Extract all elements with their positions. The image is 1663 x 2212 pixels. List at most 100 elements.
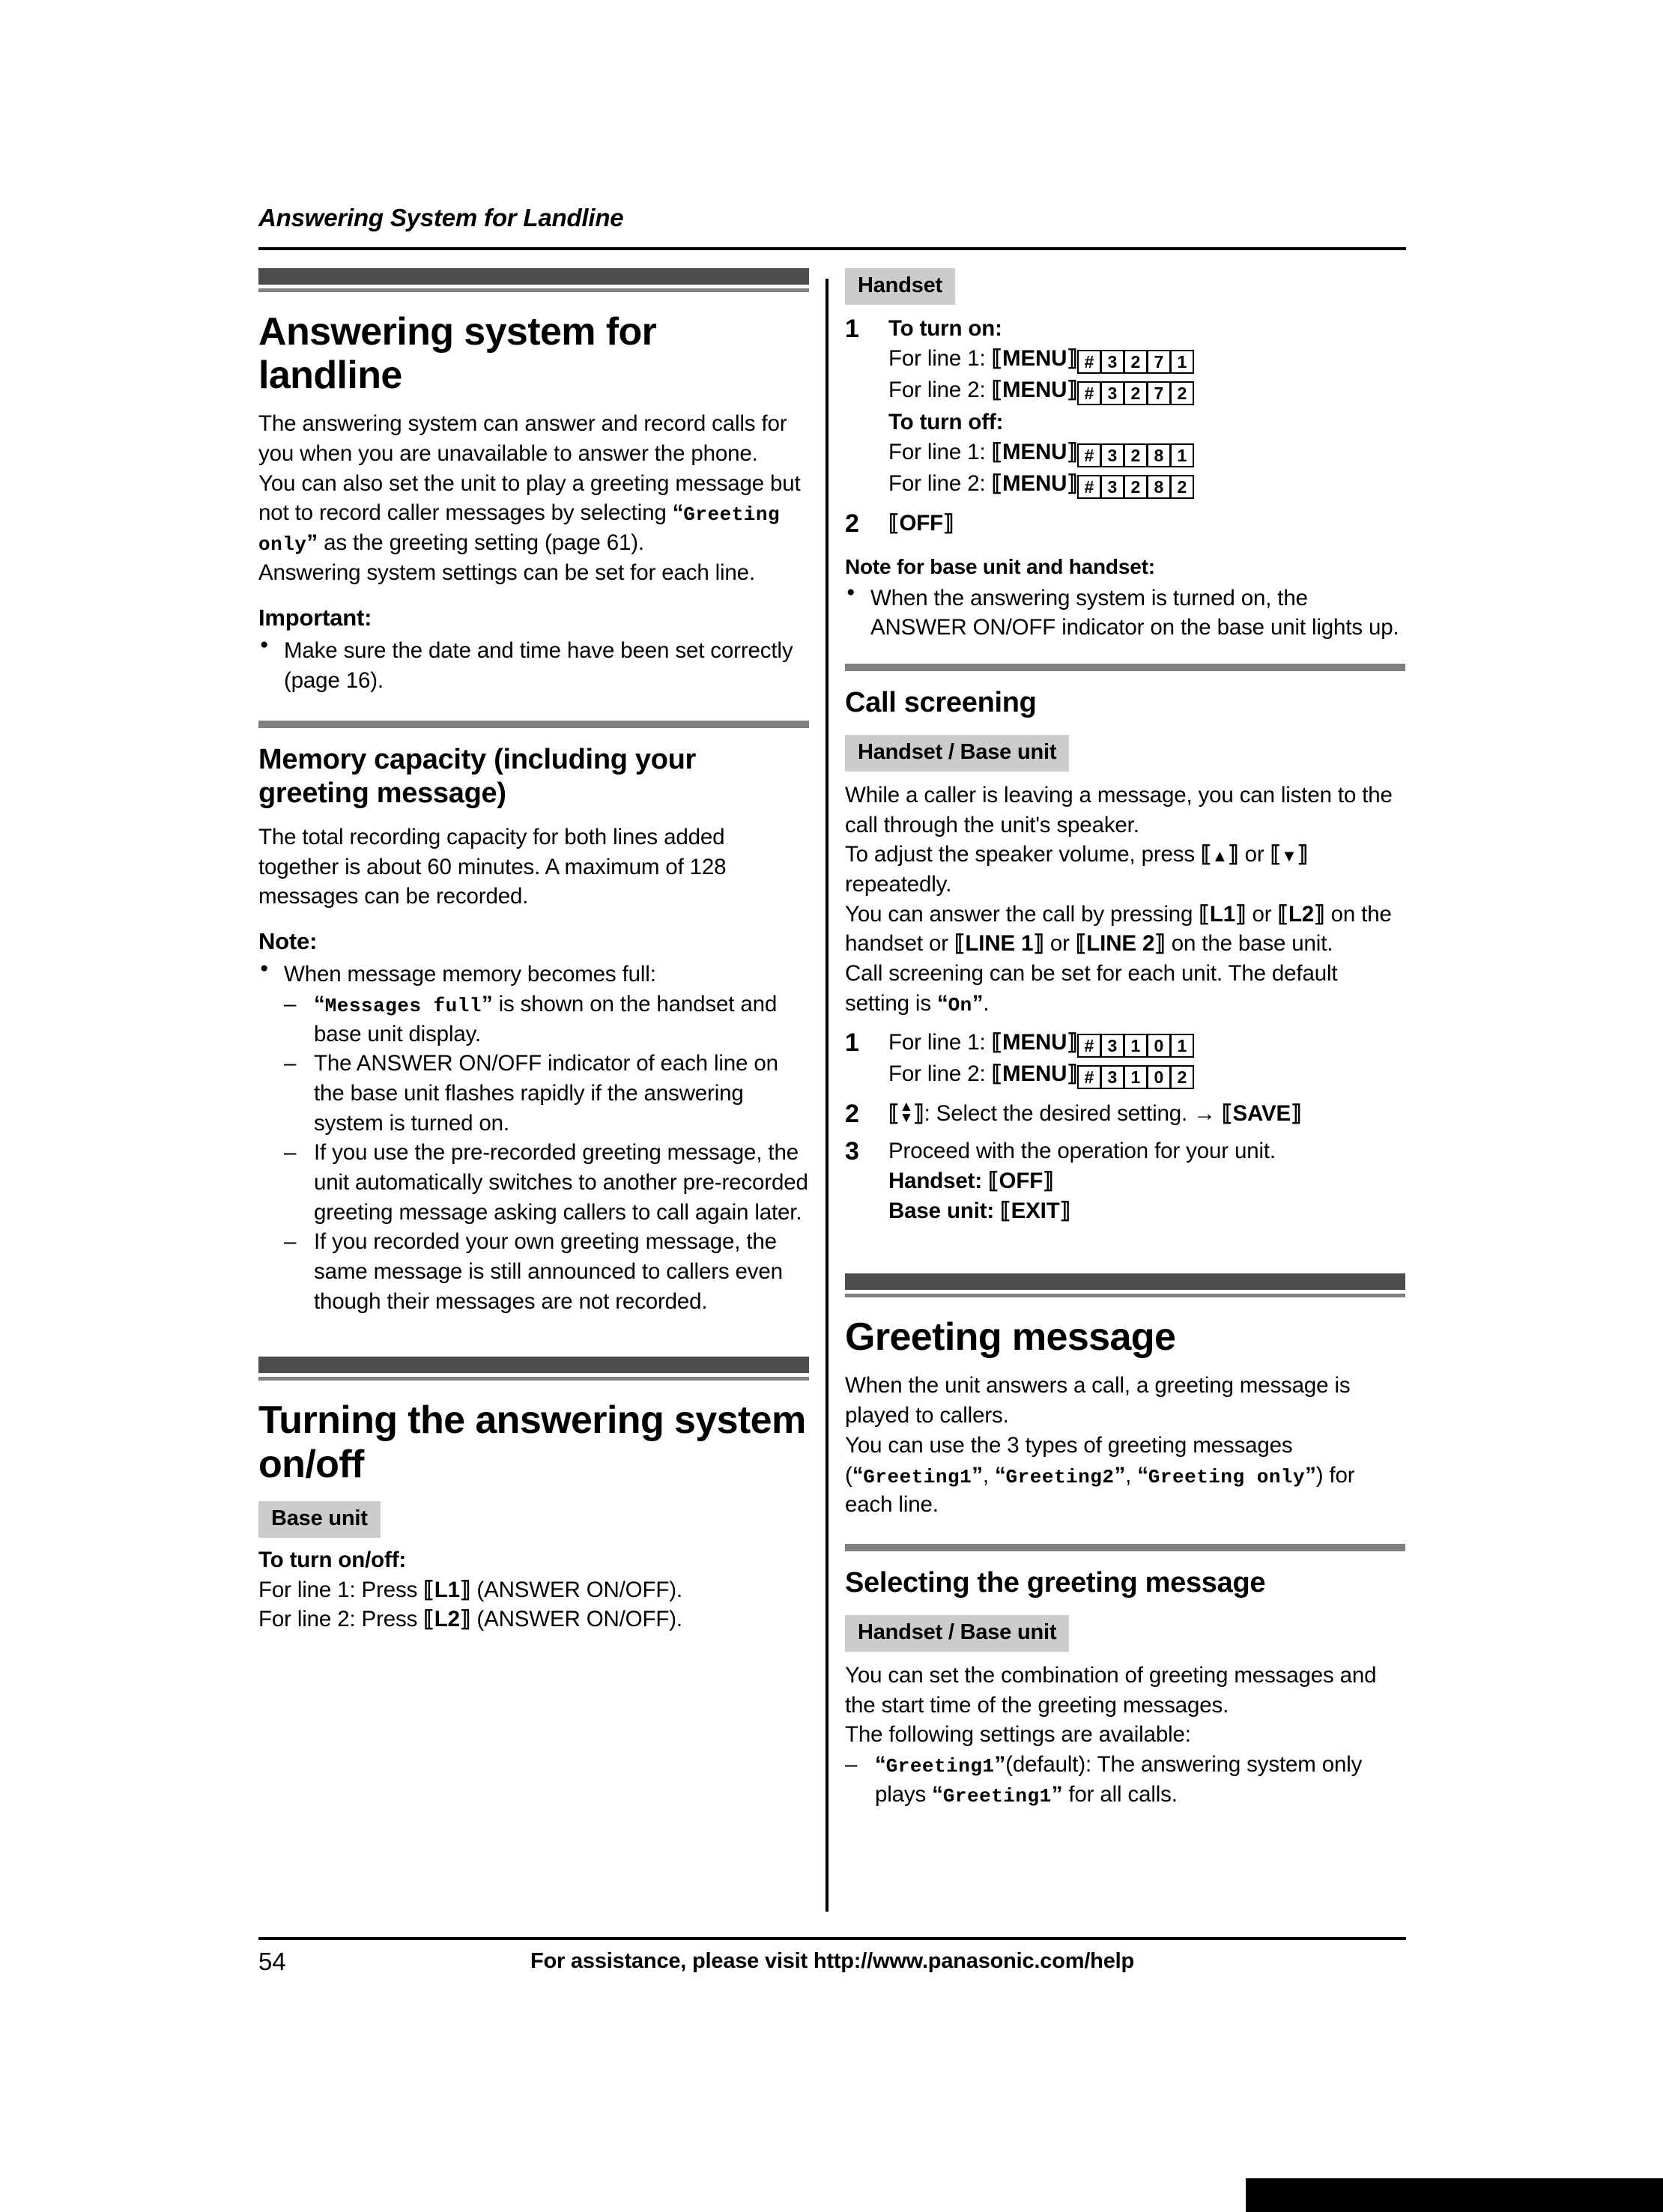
- key-off: ⟦OFF⟧: [888, 511, 954, 536]
- cs-step3-baseunit-label: Base unit:: [888, 1198, 1001, 1223]
- keycap-digit: 2: [1123, 443, 1148, 467]
- chapter-title-turning-onoff: Turning the answering system on/off: [258, 1399, 806, 1486]
- key-menu: ⟦MENU⟧: [991, 471, 1078, 497]
- cs-p3-before: You can answer the call by pressing: [845, 901, 1199, 927]
- intro-paragraph-1: The answering system can answer and reco…: [258, 411, 787, 467]
- cs-p4-after: .: [983, 990, 990, 1016]
- memory-note-sub-list: “Messages full” is shown on the handset …: [284, 990, 809, 1317]
- keycap-digit: 8: [1146, 475, 1171, 500]
- important-list: Make sure the date and time have been se…: [258, 635, 809, 695]
- key-menu-label: MENU: [1002, 345, 1067, 371]
- turn-on-line-2-label: For line 2:: [888, 378, 992, 403]
- footer-assistance-text: For assistance, please visit http://www.…: [530, 1949, 1134, 1973]
- keycap-digit: 3: [1100, 1033, 1124, 1058]
- selecting-paragraph-1: You can set the combination of greeting …: [845, 1662, 1377, 1718]
- key-line2: ⟦LINE 2⟧: [1075, 931, 1166, 957]
- key-l2: ⟦L2⟧: [423, 1607, 471, 1632]
- intro-paragraph-3: Answering system settings can be set for…: [258, 560, 755, 586]
- device-string-on: On: [948, 993, 972, 1016]
- turn-on-line-1: For line 1: ⟦MENU⟧ #3 2 7 1: [888, 344, 1405, 376]
- handset-note-item: When the answering system is turned on, …: [845, 583, 1405, 643]
- memory-note-label: Note:: [258, 928, 318, 955]
- intro-paragraph-2: You can also set the unit to play a gree…: [258, 469, 809, 559]
- turn-on-line-1-label: For line 1:: [888, 345, 992, 371]
- up-down-arrow-icon: ▲ ▼: [899, 1098, 914, 1126]
- section-rule-selecting-greeting: [845, 1544, 1405, 1552]
- quote-open: “: [852, 1462, 864, 1488]
- cs-p2-before: To adjust the speaker volume, press: [845, 842, 1202, 867]
- cs-p2-mid: or: [1238, 842, 1270, 867]
- key-exit-label: EXIT: [1011, 1198, 1060, 1223]
- keycap-digit: 2: [1123, 475, 1148, 500]
- keycap-digit: 2: [1123, 381, 1148, 406]
- running-head-rule: [258, 247, 1406, 250]
- device-string-messages-full: Messages full: [324, 994, 482, 1017]
- banner-thin-bar: [258, 288, 809, 292]
- key-line1-label: LINE 1: [965, 931, 1034, 957]
- quote-close: ”: [1114, 1462, 1126, 1488]
- quote-close: ”: [306, 530, 318, 556]
- section-title-call-screening: Call screening: [845, 687, 1037, 719]
- running-head: Answering System for Landline: [258, 204, 624, 231]
- quote-open: “: [875, 1751, 886, 1777]
- banner-thin-bar: [845, 1294, 1405, 1298]
- keycap-digit: 3: [1100, 475, 1124, 500]
- manual-page: Answering System for Landline Answering …: [0, 0, 1663, 2212]
- intro-p2-after: as the greeting setting (page 61).: [318, 530, 644, 556]
- to-turn-on-label: To turn on:: [888, 316, 1002, 341]
- banner-thick-bar: [258, 268, 809, 285]
- key-off: ⟦OFF⟧: [988, 1168, 1054, 1193]
- keycap-digit: 2: [1123, 349, 1148, 374]
- key-menu: ⟦MENU⟧: [991, 1061, 1078, 1087]
- quote-open: “: [994, 1462, 1006, 1488]
- badge-handset-base-unit: Handset / Base unit: [845, 734, 1070, 772]
- quote-open: “: [936, 990, 948, 1016]
- to-turn-off-label: To turn off:: [888, 410, 1004, 435]
- quote-open: “: [932, 1781, 943, 1807]
- quote-close: ”: [972, 1462, 983, 1488]
- key-l2-label: L2: [1288, 901, 1315, 927]
- step-number: 2: [845, 1099, 859, 1128]
- step-number: 3: [845, 1137, 859, 1166]
- selecting-settings-list: “Greeting1”(default): The answering syst…: [845, 1750, 1405, 1810]
- key-l1-label: L1: [1209, 901, 1235, 927]
- cs-step3-handset-label: Handset:: [888, 1168, 989, 1193]
- key-line1: ⟦LINE 1⟧: [954, 931, 1044, 957]
- keycaps-3271: #3 2 7 1: [1076, 346, 1194, 376]
- key-exit: ⟦EXIT⟧: [1000, 1198, 1071, 1223]
- keycap-digit: 2: [1169, 381, 1194, 406]
- call-screening-paragraph-2: To adjust the speaker volume, press ⟦▲⟧ …: [845, 840, 1405, 899]
- key-menu-label: MENU: [1002, 471, 1067, 497]
- keycap-digit: 0: [1146, 1065, 1171, 1090]
- key-menu: ⟦MENU⟧: [991, 439, 1078, 464]
- down-arrow-icon: ▼: [1281, 846, 1297, 866]
- chapter-banner-answering-system: [258, 268, 809, 292]
- call-screening-steps-list: 1 For line 1: ⟦MENU⟧ #3 1 0 1 For line 2: ⟦M…: [845, 1028, 1405, 1226]
- key-off-label: OFF: [899, 511, 944, 536]
- keycap-digit: 3: [1100, 349, 1124, 374]
- cs-p3-mid3: or: [1043, 931, 1076, 957]
- quote-close: ”: [1305, 1462, 1316, 1488]
- key-menu-label: MENU: [1002, 378, 1067, 403]
- key-volume-down: ⟦▼⟧: [1270, 842, 1309, 867]
- call-screening-paragraph-4: Call screening can be set for each unit.…: [845, 959, 1405, 1019]
- important-label: Important:: [258, 604, 372, 631]
- key-volume-up: ⟦▲⟧: [1201, 842, 1239, 867]
- key-l2: ⟦L2⟧: [1277, 901, 1325, 927]
- turning-onoff-line2-suffix: (ANSWER ON/OFF).: [470, 1607, 682, 1632]
- banner-thin-bar: [258, 1377, 809, 1381]
- keycaps-3272: #3 2 7 2: [1076, 378, 1194, 407]
- keycap-digit: 1: [1169, 1033, 1194, 1058]
- keycap-digit: 1: [1169, 349, 1194, 374]
- memory-note-sub-item-1: “Messages full” is shown on the handset …: [284, 990, 809, 1049]
- keycaps-3102: #3 1 0 2: [1076, 1061, 1194, 1091]
- turning-onoff-line1-prefix: For line 1: Press: [258, 1577, 424, 1602]
- handset-note-list: When the answering system is turned on, …: [845, 583, 1405, 643]
- call-screening-paragraph-1: While a caller is leaving a message, you…: [845, 782, 1393, 837]
- keycaps-3281: #3 2 8 1: [1076, 440, 1194, 470]
- banner-thick-bar: [258, 1357, 809, 1374]
- keycap-digit: 1: [1169, 443, 1194, 467]
- memory-note-bullet: When message memory becomes full: “Messa…: [258, 959, 809, 1317]
- key-menu: ⟦MENU⟧: [991, 378, 1078, 403]
- gm-p2-sep2: ,: [1125, 1462, 1138, 1488]
